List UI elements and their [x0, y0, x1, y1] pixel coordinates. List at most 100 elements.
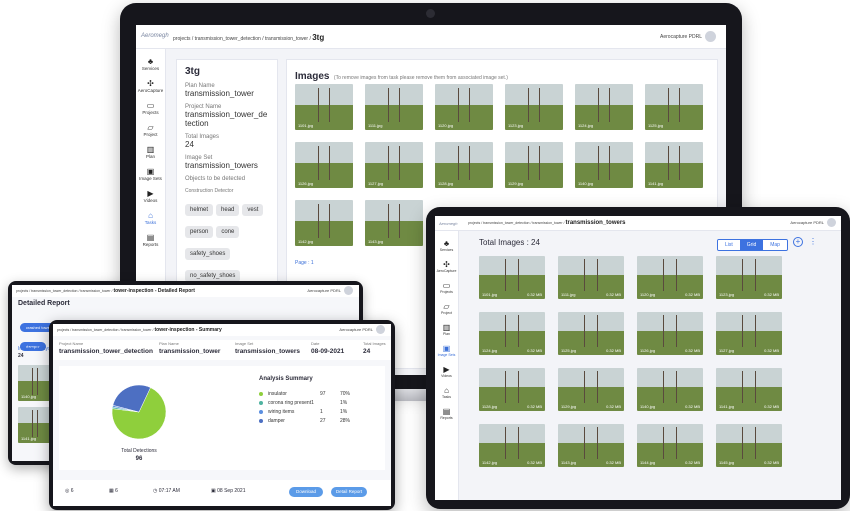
tablet-thumb[interactable]: 1141.jpg 0.32 MB	[716, 368, 782, 411]
tablet-thumb[interactable]: 1126.jpg 0.32 MB	[637, 312, 703, 355]
laptop-thumb[interactable]: 1143.jpg	[365, 200, 423, 246]
report-title: Detailed Report	[18, 300, 70, 307]
sidebar-item-image-sets[interactable]: ▣ Image Sets	[438, 344, 456, 357]
sidebar-item-tasks[interactable]: ⌂ Tasks	[442, 386, 451, 399]
chip: head	[216, 204, 240, 216]
summary-breadcrumb[interactable]: projects / transmission_tower_detection …	[57, 327, 222, 333]
report-thumb[interactable]: 1140.jpg	[18, 365, 52, 401]
sidebar-item-aerocapture[interactable]: ✣ AeroCapture	[437, 260, 457, 273]
tablet-thumb[interactable]: 1144.jpg 0.32 MB	[637, 424, 703, 467]
chip: person	[185, 226, 214, 238]
drone-icon: ✣	[443, 260, 450, 269]
total-images: 24	[185, 140, 194, 149]
laptop-thumb[interactable]: 1125.jpg	[645, 84, 703, 130]
summary-field-label: Plan Name	[159, 341, 179, 346]
laptop-thumb[interactable]: 1127.jpg	[365, 142, 423, 188]
tablet-thumb[interactable]: 1145.jpg 0.32 MB	[716, 424, 782, 467]
sidebar-item-plan[interactable]: ▥ Plan	[443, 323, 451, 336]
laptop-thumb[interactable]: 1128.jpg	[435, 142, 493, 188]
laptop-thumb[interactable]: 1129.jpg	[505, 142, 563, 188]
sidebar-item-projects[interactable]: ▭ Projects	[142, 101, 158, 115]
image-set: transmission_towers	[185, 161, 258, 170]
tablet-thumb[interactable]: 1140.jpg 0.32 MB	[637, 368, 703, 411]
laptop-thumb[interactable]: 1140.jpg	[575, 142, 633, 188]
tablet-thumb[interactable]: 1101.jpg 0.32 MB	[479, 256, 545, 299]
detail-report-button[interactable]: Detail Report	[331, 487, 367, 497]
legend-dot	[259, 392, 263, 396]
images-analysed-count: 24	[18, 353, 24, 359]
services-icon: ♣	[147, 57, 154, 66]
pie-total: 96	[135, 456, 143, 462]
projects-icon: ▭	[146, 101, 155, 110]
sidebar-item-aerocapture[interactable]: ✣ AeroCapture	[138, 79, 164, 93]
tablet-logo: Aeromegh	[439, 221, 458, 226]
laptop-thumb[interactable]: 1126.jpg	[295, 142, 353, 188]
analysis-row: wiring items 1 1%	[259, 408, 359, 417]
sidebar-item-services[interactable]: ♣ Services	[440, 239, 453, 252]
image-icon: ▣	[442, 344, 451, 353]
tablet-thumb[interactable]: 1127.jpg 0.32 MB	[716, 312, 782, 355]
tablet-thumb[interactable]: 1125.jpg 0.32 MB	[558, 312, 624, 355]
tablet-thumb[interactable]: 1124.jpg 0.32 MB	[479, 312, 545, 355]
sidebar-item-plan[interactable]: ▥ Plan	[146, 145, 155, 159]
laptop-thumb[interactable]: 1120.jpg	[435, 84, 493, 130]
sidebar-item-videos[interactable]: ▶ Videos	[441, 365, 452, 378]
laptop-thumb[interactable]: 1101.jpg	[295, 84, 353, 130]
chip: cone	[216, 226, 240, 238]
tablet-total-images: Total Images : 24	[479, 238, 540, 247]
laptop-thumb[interactable]: 1141.jpg	[645, 142, 703, 188]
sidebar-item-tasks[interactable]: ⌂ Tasks	[145, 211, 157, 225]
tablet-thumb[interactable]: 1128.jpg 0.32 MB	[479, 368, 545, 411]
avatar	[376, 325, 385, 334]
legend-dot	[259, 401, 263, 405]
summary-user[interactable]: Aerocapture PDRL	[339, 325, 385, 334]
sidebar-item-reports[interactable]: ▤ Reports	[440, 407, 452, 420]
analysis-row: damper 27 28%	[259, 417, 359, 426]
tablet-thumb[interactable]: 1123.jpg 0.32 MB	[716, 256, 782, 299]
tab-list[interactable]: List	[718, 240, 740, 250]
tablet-thumb[interactable]: 1142.jpg 0.32 MB	[479, 424, 545, 467]
sidebar-item-project[interactable]: ▱ Project	[143, 123, 157, 137]
report-thumb[interactable]: 1141.jpg	[18, 407, 52, 443]
tablet-sidebar: ♣ Services ✣ AeroCapture ▭ Projects ▱ Projec…	[435, 231, 459, 500]
sidebar-item-services[interactable]: ♣ Services	[142, 57, 159, 71]
breadcrumb[interactable]: projects / transmission_tower_detection …	[173, 33, 324, 42]
tablet-thumb[interactable]: 1129.jpg 0.32 MB	[558, 368, 624, 411]
sidebar-item-project[interactable]: ▱ Project	[441, 302, 452, 315]
user-menu[interactable]: Aerocapture PDRL	[660, 31, 716, 42]
summary-field-value: 24	[363, 348, 371, 355]
analysis-list: insulator 97 70% corona ring present1 1% wiri…	[259, 390, 359, 426]
analysis-title: Analysis Summary	[259, 376, 313, 382]
tablet-thumb[interactable]: 1120.jpg 0.32 MB	[637, 256, 703, 299]
laptop-thumb[interactable]: 1124.jpg	[575, 84, 633, 130]
report-user[interactable]: Aerocapture PDRL	[307, 286, 353, 295]
sidebar-item-image-sets[interactable]: ▣ Image Sets	[139, 167, 162, 181]
laptop-thumb[interactable]: 1111.jpg	[365, 84, 423, 130]
download-button[interactable]: Download	[289, 487, 323, 497]
summary-field-label: Image Set	[235, 341, 254, 346]
chip: vest	[242, 204, 264, 216]
tab-map[interactable]: Map	[763, 240, 787, 250]
summary-field-label: Total Images	[363, 341, 386, 346]
more-icon[interactable]: ⋮	[809, 237, 817, 246]
tablet-thumb[interactable]: 1143.jpg 0.32 MB	[558, 424, 624, 467]
summary-chart-card: Total Detections 96 Analysis Summary ins…	[59, 366, 385, 470]
laptop-thumb[interactable]: 1142.jpg	[295, 200, 353, 246]
sidebar-item-videos[interactable]: ▶ Videos	[144, 189, 158, 203]
tablet-thumb[interactable]: 1111.jpg 0.32 MB	[558, 256, 624, 299]
laptop-thumb[interactable]: 1123.jpg	[505, 84, 563, 130]
sidebar-item-reports[interactable]: ▤ Reports	[143, 233, 159, 247]
chip: helmet	[185, 204, 214, 216]
report-breadcrumb[interactable]: projects / transmission_tower_detection …	[16, 288, 195, 294]
tablet-screen: Aeromegh projects / transmission_tower_d…	[435, 216, 841, 500]
footer-date: ▣ 08 Sep 2021	[211, 488, 246, 494]
avatar	[344, 286, 353, 295]
sidebar-item-projects[interactable]: ▭ Projects	[440, 281, 453, 294]
tablet-breadcrumb[interactable]: projects / transmission_tower_detection …	[468, 220, 626, 226]
tablet-user[interactable]: Aerocapture PDRL	[790, 218, 836, 227]
project-name: transmission_tower_detection	[185, 110, 268, 128]
summary-field-value: transmission_towers	[235, 348, 301, 355]
add-icon[interactable]: +	[793, 237, 803, 247]
tasks-icon: ⌂	[148, 211, 153, 220]
tab-grid[interactable]: Grid	[739, 240, 764, 250]
